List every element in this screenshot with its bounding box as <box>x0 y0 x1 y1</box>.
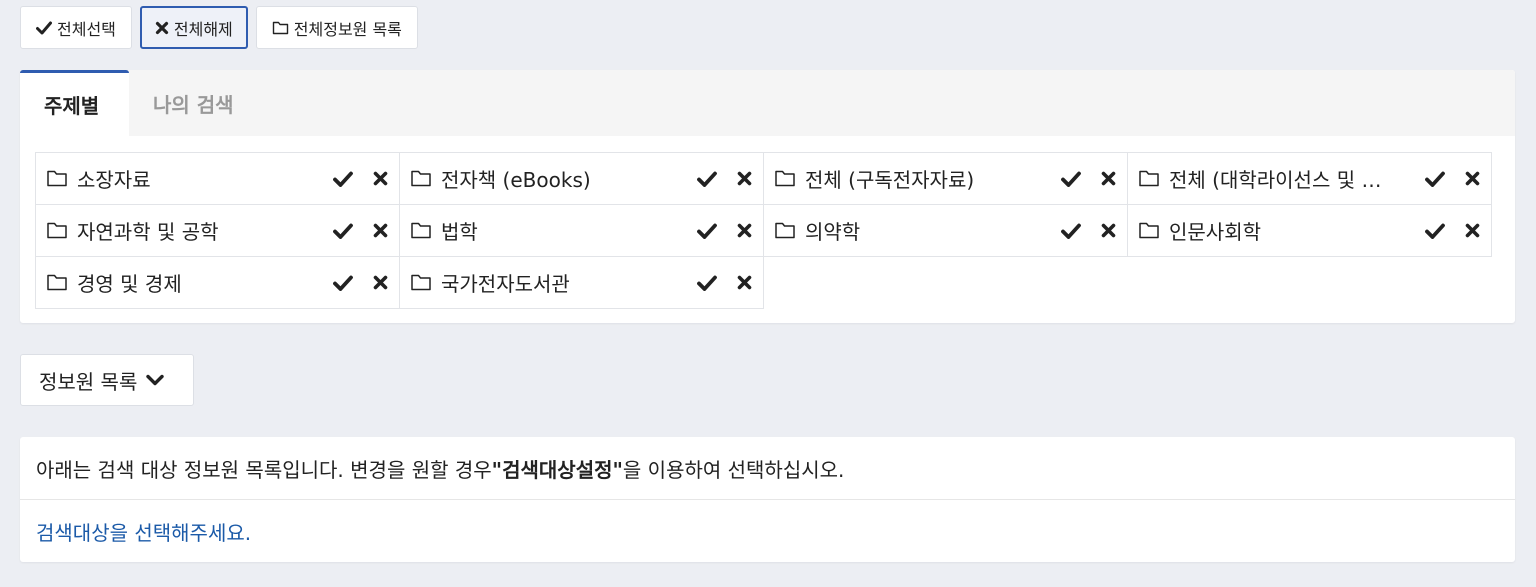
check-icon[interactable] <box>696 220 718 242</box>
all-sources-list-button[interactable]: 전체정보원 목록 <box>255 6 418 49</box>
deselect-all-label: 전체해제 <box>173 19 233 39</box>
category-grid: 소장자료 전자책 (eBooks) 전체 (구독전자자료) 전체 (대학라이선스 및 … <box>35 152 1492 309</box>
folder-icon <box>774 168 796 190</box>
close-icon[interactable] <box>733 168 755 190</box>
category-item[interactable]: 전체 (대학라이선스 및 … <box>1127 152 1492 205</box>
info-highlight: "검색대상설정" <box>491 457 623 482</box>
all-sources-list-label: 전체정보원 목록 <box>293 19 402 39</box>
source-list-toggle-button[interactable]: 정보원 목록 <box>20 354 194 406</box>
selection-toolbar: 전체선택 전체해제 전체정보원 목록 <box>20 6 418 49</box>
check-icon[interactable] <box>332 168 354 190</box>
close-icon[interactable] <box>1097 168 1119 190</box>
category-item[interactable]: 자연과학 및 공학 <box>35 204 400 257</box>
check-icon[interactable] <box>696 168 718 190</box>
tab-label: 주제별 <box>44 94 100 118</box>
folder-icon <box>1138 168 1160 190</box>
folder-icon <box>410 168 432 190</box>
category-label: 경영 및 경제 <box>77 272 182 296</box>
category-item[interactable]: 의약학 <box>763 204 1128 257</box>
select-all-label: 전체선택 <box>57 19 116 39</box>
close-icon[interactable] <box>369 168 391 190</box>
check-icon <box>36 21 52 35</box>
folder-icon <box>1138 220 1160 242</box>
check-icon[interactable] <box>332 272 354 294</box>
close-icon[interactable] <box>1097 220 1119 242</box>
close-icon[interactable] <box>1461 220 1483 242</box>
info-box: 아래는 검색 대상 정보원 목록입니다. 변경을 원할 경우 "검색대상설정" 을… <box>20 437 1515 562</box>
folder-icon <box>46 220 68 242</box>
category-label: 법학 <box>441 220 478 244</box>
folder-icon <box>410 220 432 242</box>
check-icon[interactable] <box>332 220 354 242</box>
deselect-all-button[interactable]: 전체해제 <box>139 6 248 49</box>
subject-panel: 주제별 나의 검색 소장자료 전자책 (eBooks) 전체 (구독전자자료) 전체 … <box>20 70 1515 323</box>
close-icon[interactable] <box>369 272 391 294</box>
category-label: 인문사회학 <box>1169 220 1261 244</box>
selection-notice: 검색대상을 선택해주세요. <box>36 520 252 545</box>
category-label: 전체 (대학라이선스 및 … <box>1169 168 1382 192</box>
check-icon[interactable] <box>1424 168 1446 190</box>
info-text-after: 을 이용하여 선택하십시오. <box>622 457 845 482</box>
source-list-label: 정보원 목록 <box>39 369 138 394</box>
check-icon[interactable] <box>1060 168 1082 190</box>
category-label: 자연과학 및 공학 <box>77 220 219 244</box>
info-message: 아래는 검색 대상 정보원 목록입니다. 변경을 원할 경우 "검색대상설정" 을… <box>20 437 1515 500</box>
category-label: 국가전자도서관 <box>441 272 570 296</box>
tab-bar: 주제별 나의 검색 <box>20 70 1515 136</box>
tab-by-subject[interactable]: 주제별 <box>20 70 129 136</box>
category-label: 전체 (구독전자자료) <box>805 168 975 192</box>
category-item[interactable]: 인문사회학 <box>1127 204 1492 257</box>
info-text-before: 아래는 검색 대상 정보원 목록입니다. 변경을 원할 경우 <box>36 457 492 482</box>
close-icon[interactable] <box>733 272 755 294</box>
close-icon[interactable] <box>733 220 755 242</box>
close-icon[interactable] <box>369 220 391 242</box>
folder-icon <box>272 20 289 35</box>
select-all-button[interactable]: 전체선택 <box>20 6 132 49</box>
category-item[interactable]: 국가전자도서관 <box>399 256 764 309</box>
close-icon <box>155 21 169 35</box>
folder-icon <box>774 220 796 242</box>
category-item[interactable]: 전체 (구독전자자료) <box>763 152 1128 205</box>
category-label: 소장자료 <box>77 168 151 192</box>
category-item[interactable]: 법학 <box>399 204 764 257</box>
folder-icon <box>46 272 68 294</box>
tab-label: 나의 검색 <box>153 92 234 117</box>
close-icon[interactable] <box>1461 168 1483 190</box>
folder-icon <box>410 272 432 294</box>
check-icon[interactable] <box>1060 220 1082 242</box>
folder-icon <box>46 168 68 190</box>
check-icon[interactable] <box>1424 220 1446 242</box>
category-item[interactable]: 경영 및 경제 <box>35 256 400 309</box>
chevron-down-icon <box>145 373 165 387</box>
category-item[interactable]: 전자책 (eBooks) <box>399 152 764 205</box>
tab-my-search[interactable]: 나의 검색 <box>129 70 258 136</box>
category-label: 전자책 (eBooks) <box>441 168 591 192</box>
check-icon[interactable] <box>696 272 718 294</box>
category-label: 의약학 <box>805 220 861 244</box>
category-item[interactable]: 소장자료 <box>35 152 400 205</box>
